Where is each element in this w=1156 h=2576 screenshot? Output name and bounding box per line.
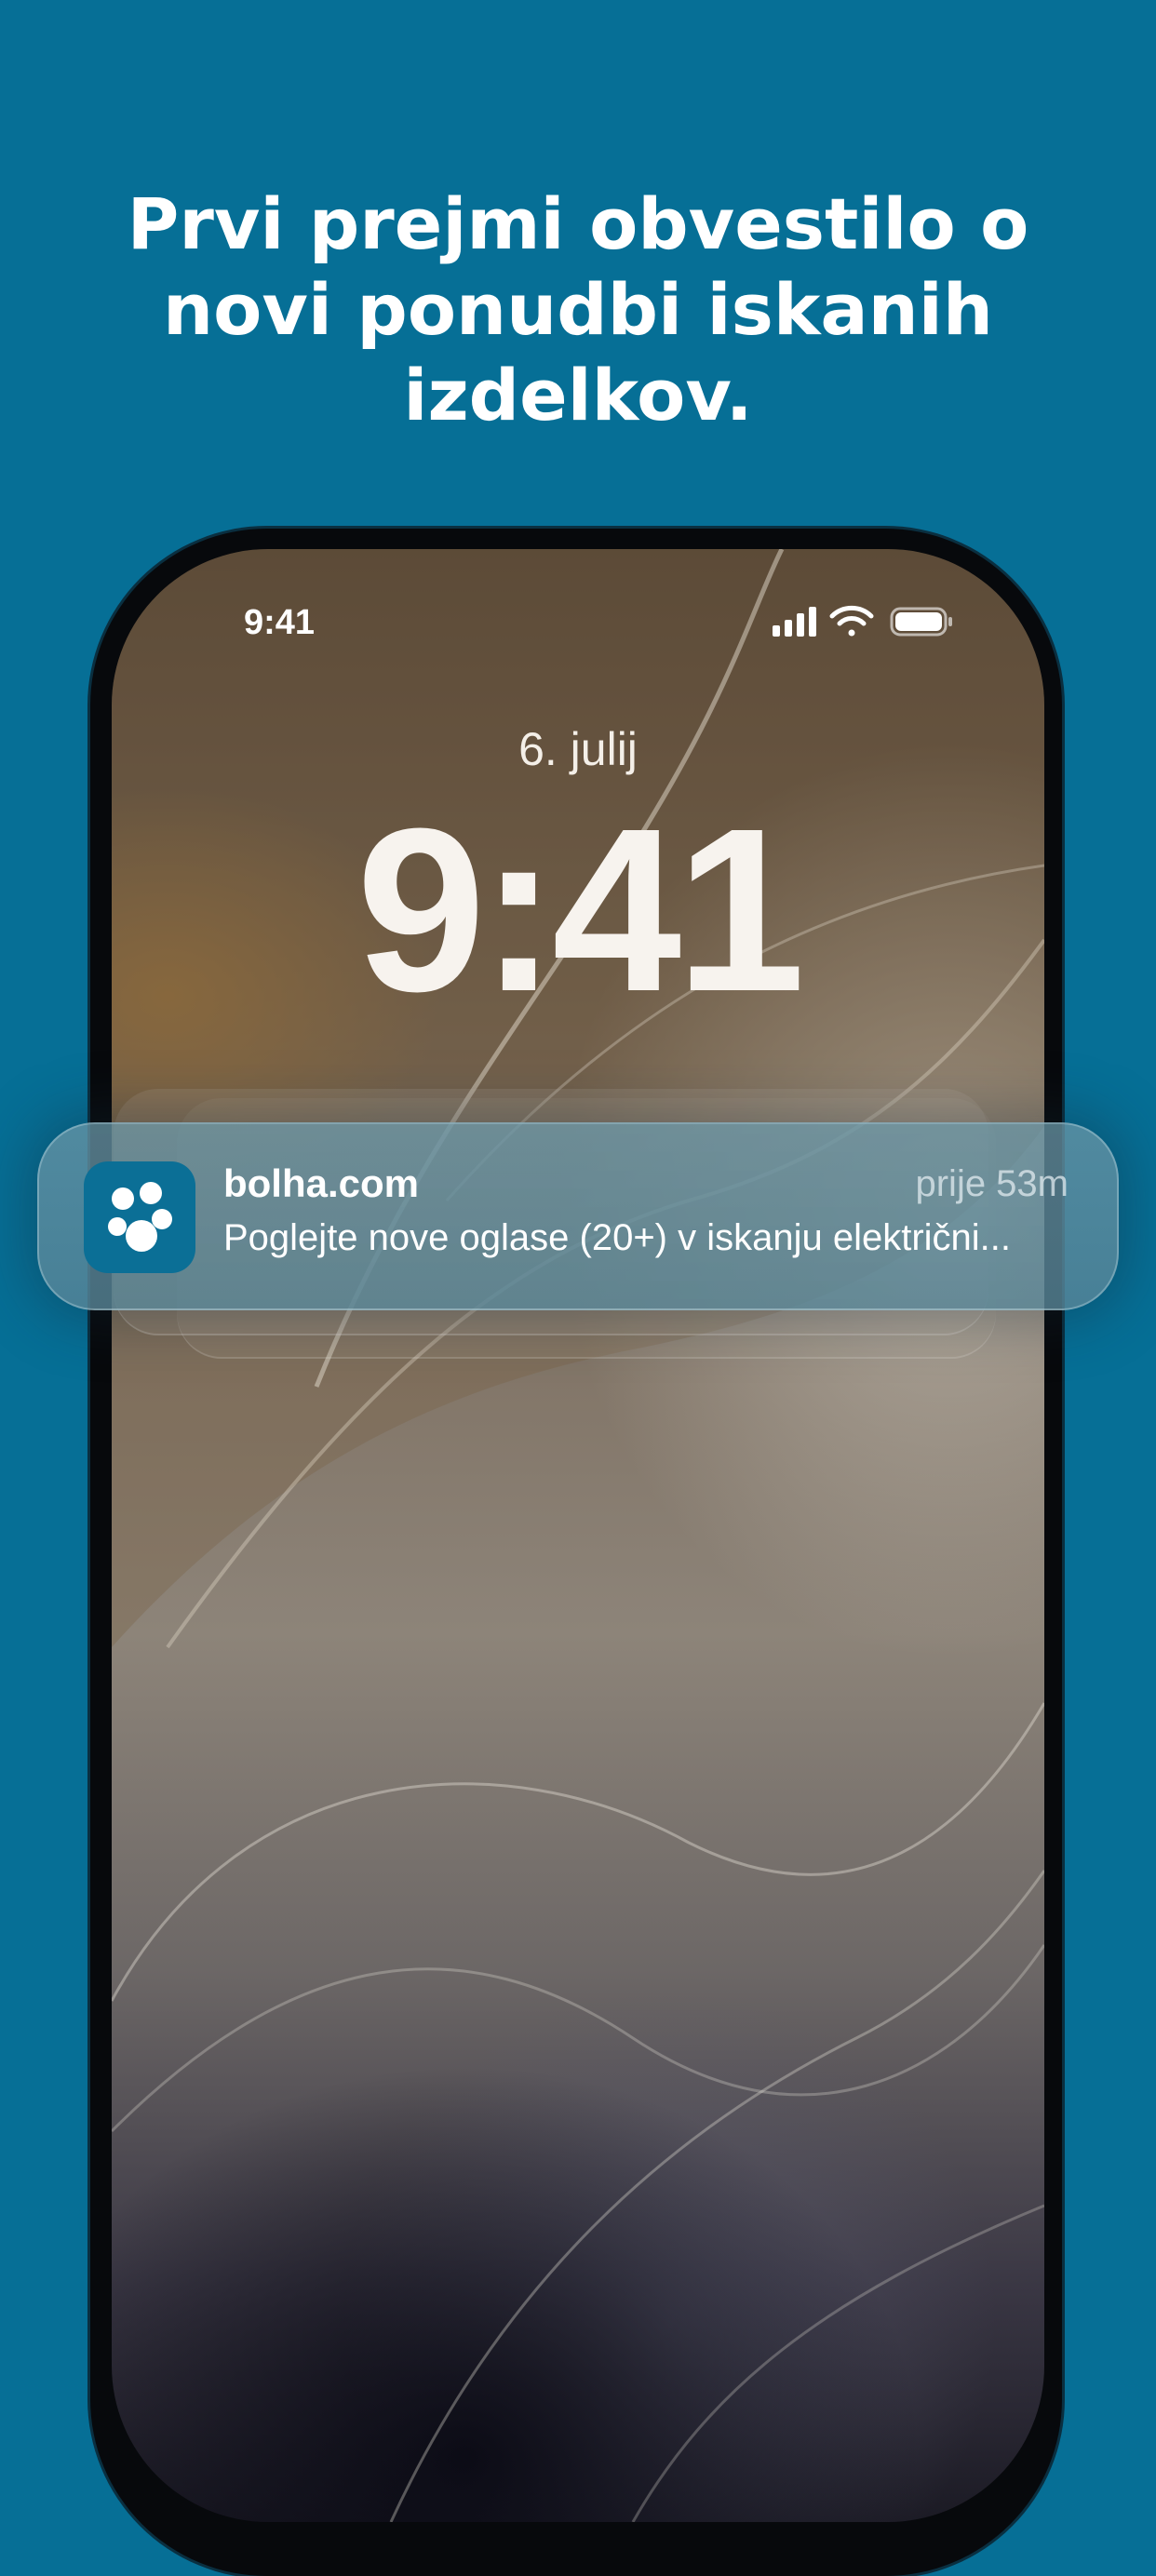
lock-screen-date: 6. julij <box>518 723 638 775</box>
bolha-paw-icon <box>108 1182 172 1252</box>
app-icon <box>84 1161 195 1273</box>
headline-line-3: izdelkov. <box>403 354 753 436</box>
status-bar-icons <box>773 605 952 637</box>
cellular-signal-icon <box>773 607 816 637</box>
battery-icon <box>890 607 952 637</box>
wifi-icon <box>829 605 874 637</box>
lock-screen-clock: 9:41 <box>356 780 805 1040</box>
notification-body: Poglejte nove oglase (20+) v iskanju ele… <box>223 1217 1012 1258</box>
headline-line-2: novi ponudbi iskanih <box>163 268 993 351</box>
headline-line-1: Prvi prejmi obvestilo o <box>127 182 1029 265</box>
lock-screen: 9:41 6. julij 9:41 <box>112 549 1044 2522</box>
notification-time: prije 53m <box>915 1163 1069 1204</box>
promo-headline: Prvi prejmi obvestilo o novi ponudbi isk… <box>0 181 1156 438</box>
notification-app-name: bolha.com <box>223 1161 420 1205</box>
status-bar-time: 9:41 <box>244 603 316 642</box>
push-notification[interactable]: bolha.com prije 53m Poglejte nove oglase… <box>37 1122 1119 1310</box>
